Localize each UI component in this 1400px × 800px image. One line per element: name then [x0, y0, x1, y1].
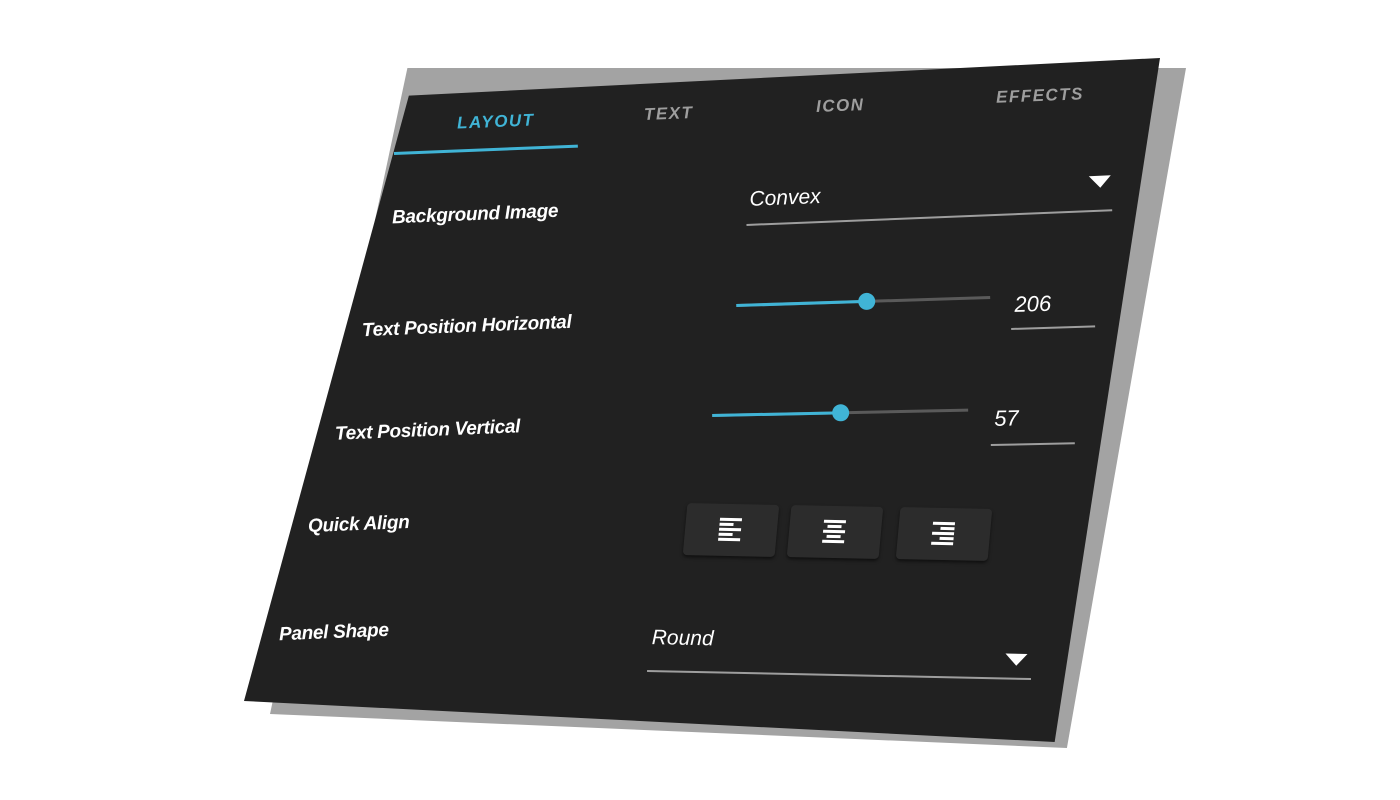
slider-fill	[736, 299, 866, 307]
text-position-horizontal-value: 206	[1013, 290, 1052, 317]
settings-panel: LAYOUT TEXT ICON EFFECTS Background Imag…	[244, 58, 1160, 742]
align-right-icon	[931, 521, 957, 545]
background-image-label: Background Image	[391, 200, 559, 229]
tab-icon[interactable]: ICON	[816, 95, 865, 117]
slider-fill	[712, 411, 841, 417]
tab-layout[interactable]: LAYOUT	[457, 110, 535, 133]
text-position-horizontal-slider[interactable]	[736, 288, 993, 316]
panel-shape-underline	[647, 669, 1031, 681]
chevron-down-icon	[1088, 175, 1112, 189]
quick-align-label: Quick Align	[307, 511, 410, 538]
panel-shape-label: Panel Shape	[278, 619, 390, 646]
text-position-vertical-label: Text Position Vertical	[334, 416, 521, 445]
slider-thumb[interactable]	[857, 292, 876, 311]
slider-thumb[interactable]	[831, 404, 850, 422]
align-left-icon	[718, 517, 744, 541]
input-underline	[1011, 325, 1096, 330]
text-position-horizontal-label: Text Position Horizontal	[361, 311, 572, 342]
align-right-button[interactable]	[895, 507, 993, 561]
align-left-button[interactable]	[682, 503, 780, 557]
text-position-vertical-input[interactable]: 57	[990, 404, 1077, 446]
background-image-underline	[746, 209, 1113, 226]
align-center-button[interactable]	[786, 505, 884, 559]
tab-text[interactable]: TEXT	[644, 103, 694, 125]
align-center-icon	[822, 519, 848, 543]
text-position-horizontal-input[interactable]: 206	[1010, 289, 1097, 332]
stage: LAYOUT TEXT ICON EFFECTS Background Imag…	[0, 0, 1400, 800]
background-image-select[interactable]: Convex	[745, 173, 1114, 228]
text-position-vertical-value: 57	[993, 405, 1020, 431]
chevron-down-icon	[1005, 653, 1028, 666]
text-position-vertical-slider[interactable]	[712, 401, 970, 426]
panel-shape-select[interactable]: Round	[647, 626, 1034, 688]
active-tab-indicator	[393, 144, 578, 155]
panel-shape-value: Round	[651, 626, 714, 651]
background-image-value: Convex	[748, 184, 822, 211]
tab-effects[interactable]: EFFECTS	[996, 84, 1085, 108]
input-underline	[990, 442, 1075, 446]
